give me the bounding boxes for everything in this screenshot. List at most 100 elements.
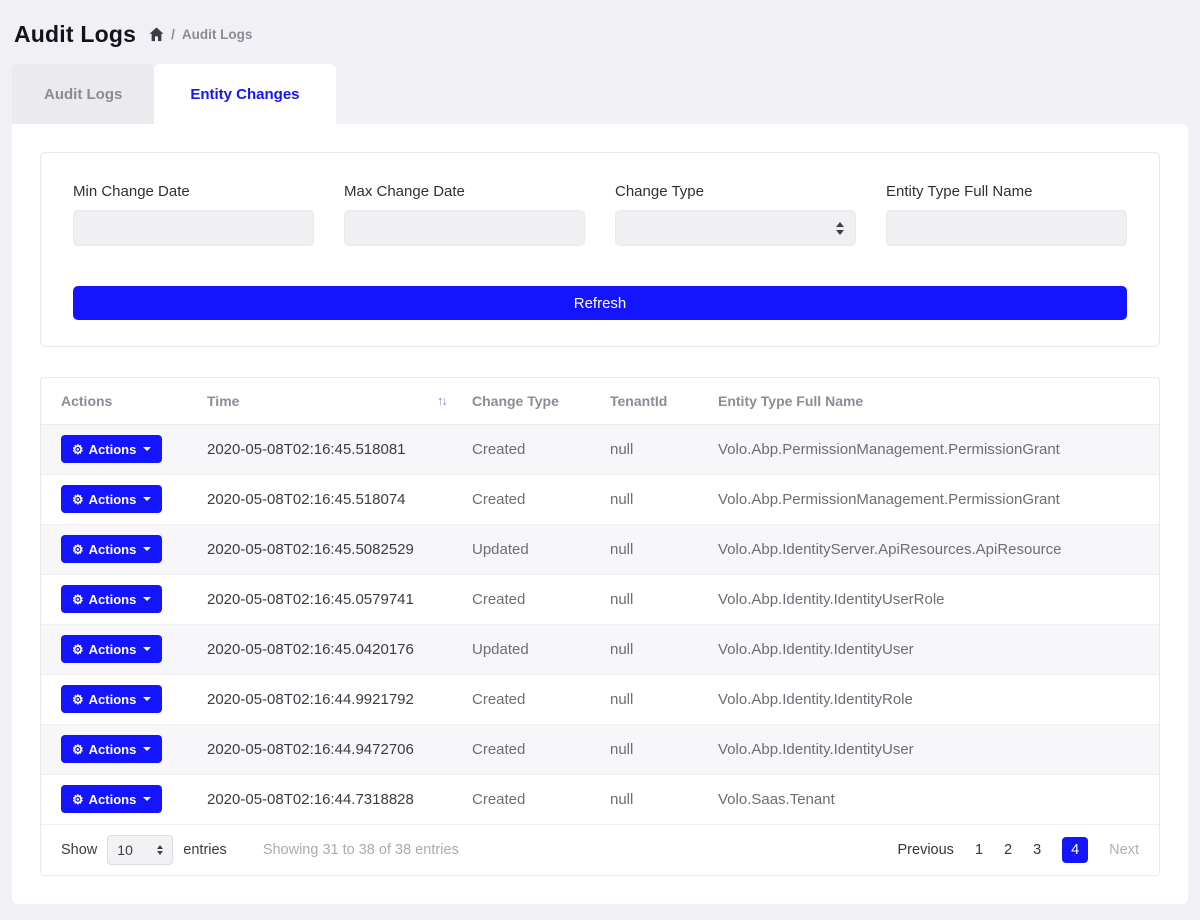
caret-down-icon — [143, 547, 151, 551]
change-type-cell: Created — [471, 474, 609, 524]
change-type-cell: Updated — [471, 524, 609, 574]
tenant-id-cell: null — [609, 474, 717, 524]
gear-icon: ⚙ — [72, 793, 84, 806]
column-header-entity-type[interactable]: Entity Type Full Name — [717, 378, 1159, 424]
pagination-page-4[interactable]: 4 — [1062, 837, 1088, 863]
table-row: ⚙Actions 2020-05-08T02:16:45.518074 Crea… — [41, 474, 1159, 524]
pagination-previous[interactable]: Previous — [898, 842, 954, 858]
tab-bar: Audit Logs Entity Changes — [0, 64, 1200, 124]
filter-field-min-change-date: Min Change Date — [73, 183, 314, 246]
home-icon[interactable] — [149, 27, 164, 42]
change-type-cell: Created — [471, 424, 609, 474]
table-row: ⚙Actions 2020-05-08T02:16:45.0579741 Cre… — [41, 574, 1159, 624]
showing-entries-text: Showing 31 to 38 of 38 entries — [263, 842, 459, 858]
tenant-id-cell: null — [609, 574, 717, 624]
time-cell: 2020-05-08T02:16:44.7318828 — [206, 774, 471, 824]
actions-button-label: Actions — [89, 792, 137, 807]
time-cell: 2020-05-08T02:16:45.0420176 — [206, 624, 471, 674]
row-actions-button[interactable]: ⚙Actions — [61, 485, 162, 513]
column-header-time[interactable]: Time ↑↓ — [206, 378, 471, 424]
row-actions-button[interactable]: ⚙Actions — [61, 535, 162, 563]
change-type-cell: Created — [471, 724, 609, 774]
entity-type-cell: Volo.Abp.PermissionManagement.Permission… — [717, 424, 1159, 474]
row-actions-button[interactable]: ⚙ Actions — [61, 585, 162, 613]
max-change-date-input[interactable] — [344, 210, 585, 246]
column-header-tenant-id[interactable]: TenantId — [609, 378, 717, 424]
filter-grid: Min Change Date Max Change Date Change T… — [73, 183, 1127, 246]
table-header-row: Actions Time ↑↓ Change Type TenantId Ent… — [41, 378, 1159, 424]
caret-down-icon — [143, 797, 151, 801]
pagination-page-2[interactable]: 2 — [1004, 842, 1012, 858]
tenant-id-cell: null — [609, 674, 717, 724]
entity-type-input[interactable] — [886, 210, 1127, 246]
caret-down-icon — [143, 747, 151, 751]
entity-type-cell: Volo.Abp.PermissionManagement.Permission… — [717, 474, 1159, 524]
gear-icon: ⚙ — [72, 743, 84, 756]
entity-type-cell: Volo.Abp.Identity.IdentityUserRole — [717, 574, 1159, 624]
entity-type-cell: Volo.Abp.Identity.IdentityUser — [717, 724, 1159, 774]
caret-down-icon — [143, 697, 151, 701]
caret-down-icon — [143, 497, 151, 501]
actions-button-label: Actions — [89, 742, 137, 757]
entity-type-cell: Volo.Abp.Identity.IdentityUser — [717, 624, 1159, 674]
filter-field-max-change-date: Max Change Date — [344, 183, 585, 246]
table-row: ⚙Actions 2020-05-08T02:16:45.0420176 Upd… — [41, 624, 1159, 674]
change-type-cell: Created — [471, 674, 609, 724]
select-updown-icon — [157, 845, 163, 855]
sort-icon[interactable]: ↑↓ — [437, 393, 446, 408]
column-header-change-type[interactable]: Change Type — [471, 378, 609, 424]
pagination-page-3[interactable]: 3 — [1033, 842, 1041, 858]
change-type-cell: Created — [471, 574, 609, 624]
page-header: Audit Logs / Audit Logs — [0, 0, 1200, 64]
actions-button-label: Actions — [89, 592, 137, 607]
caret-down-icon — [143, 597, 151, 601]
min-change-date-input[interactable] — [73, 210, 314, 246]
breadcrumb-current: Audit Logs — [182, 27, 253, 42]
pagination-page-1[interactable]: 1 — [975, 842, 983, 858]
table-footer: Show 10 entries Showing 31 to 38 of 38 e… — [41, 825, 1159, 875]
change-type-cell: Updated — [471, 624, 609, 674]
page-size-select[interactable]: 10 — [107, 835, 173, 865]
filter-field-change-type: Change Type — [615, 183, 856, 246]
row-actions-button[interactable]: ⚙Actions — [61, 635, 162, 663]
change-type-cell: Created — [471, 774, 609, 824]
tenant-id-cell: null — [609, 724, 717, 774]
row-actions-button[interactable]: ⚙ Actions — [61, 785, 162, 813]
select-updown-icon — [836, 222, 844, 235]
breadcrumb: / Audit Logs — [149, 27, 252, 42]
field-label: Change Type — [615, 183, 856, 200]
field-label: Min Change Date — [73, 183, 314, 200]
entity-type-cell: Volo.Abp.IdentityServer.ApiResources.Api… — [717, 524, 1159, 574]
pagination: Previous 1 2 3 4 Next — [898, 837, 1139, 863]
pagination-next[interactable]: Next — [1109, 842, 1139, 858]
tenant-id-cell: null — [609, 624, 717, 674]
page-size-group: Show 10 entries — [61, 835, 227, 865]
gear-icon: ⚙ — [72, 593, 84, 606]
row-actions-button[interactable]: ⚙Actions — [61, 685, 162, 713]
refresh-button[interactable]: Refresh — [73, 286, 1127, 320]
page: Audit Logs / Audit Logs Audit Logs Entit… — [0, 0, 1200, 920]
tenant-id-cell: null — [609, 424, 717, 474]
row-actions-button[interactable]: ⚙ Actions — [61, 735, 162, 763]
table-row: ⚙Actions 2020-05-08T02:16:44.9472706 Cre… — [41, 724, 1159, 774]
content-card: Min Change Date Max Change Date Change T… — [12, 124, 1188, 904]
table-row: ⚙Actions 2020-05-08T02:16:45.5082529 Upd… — [41, 524, 1159, 574]
field-label: Max Change Date — [344, 183, 585, 200]
change-type-select[interactable] — [615, 210, 856, 246]
gear-icon: ⚙ — [72, 693, 84, 706]
column-header-time-label: Time — [207, 393, 239, 409]
column-header-actions[interactable]: Actions — [41, 378, 206, 424]
entries-label: entries — [183, 842, 227, 858]
page-size-value: 10 — [117, 842, 133, 858]
row-actions-button[interactable]: ⚙Actions — [61, 435, 162, 463]
show-label: Show — [61, 842, 97, 858]
table-row: ⚙Actions 2020-05-08T02:16:45.518081 Crea… — [41, 424, 1159, 474]
filter-card: Min Change Date Max Change Date Change T… — [40, 152, 1160, 347]
table-row: ⚙Actions 2020-05-08T02:16:44.9921792 Cre… — [41, 674, 1159, 724]
actions-button-label: Actions — [89, 642, 137, 657]
time-cell: 2020-05-08T02:16:45.5082529 — [206, 524, 471, 574]
entity-type-cell: Volo.Saas.Tenant — [717, 774, 1159, 824]
tab-entity-changes[interactable]: Entity Changes — [154, 64, 335, 124]
tab-audit-logs[interactable]: Audit Logs — [12, 64, 154, 124]
actions-button-label: Actions — [89, 542, 137, 557]
